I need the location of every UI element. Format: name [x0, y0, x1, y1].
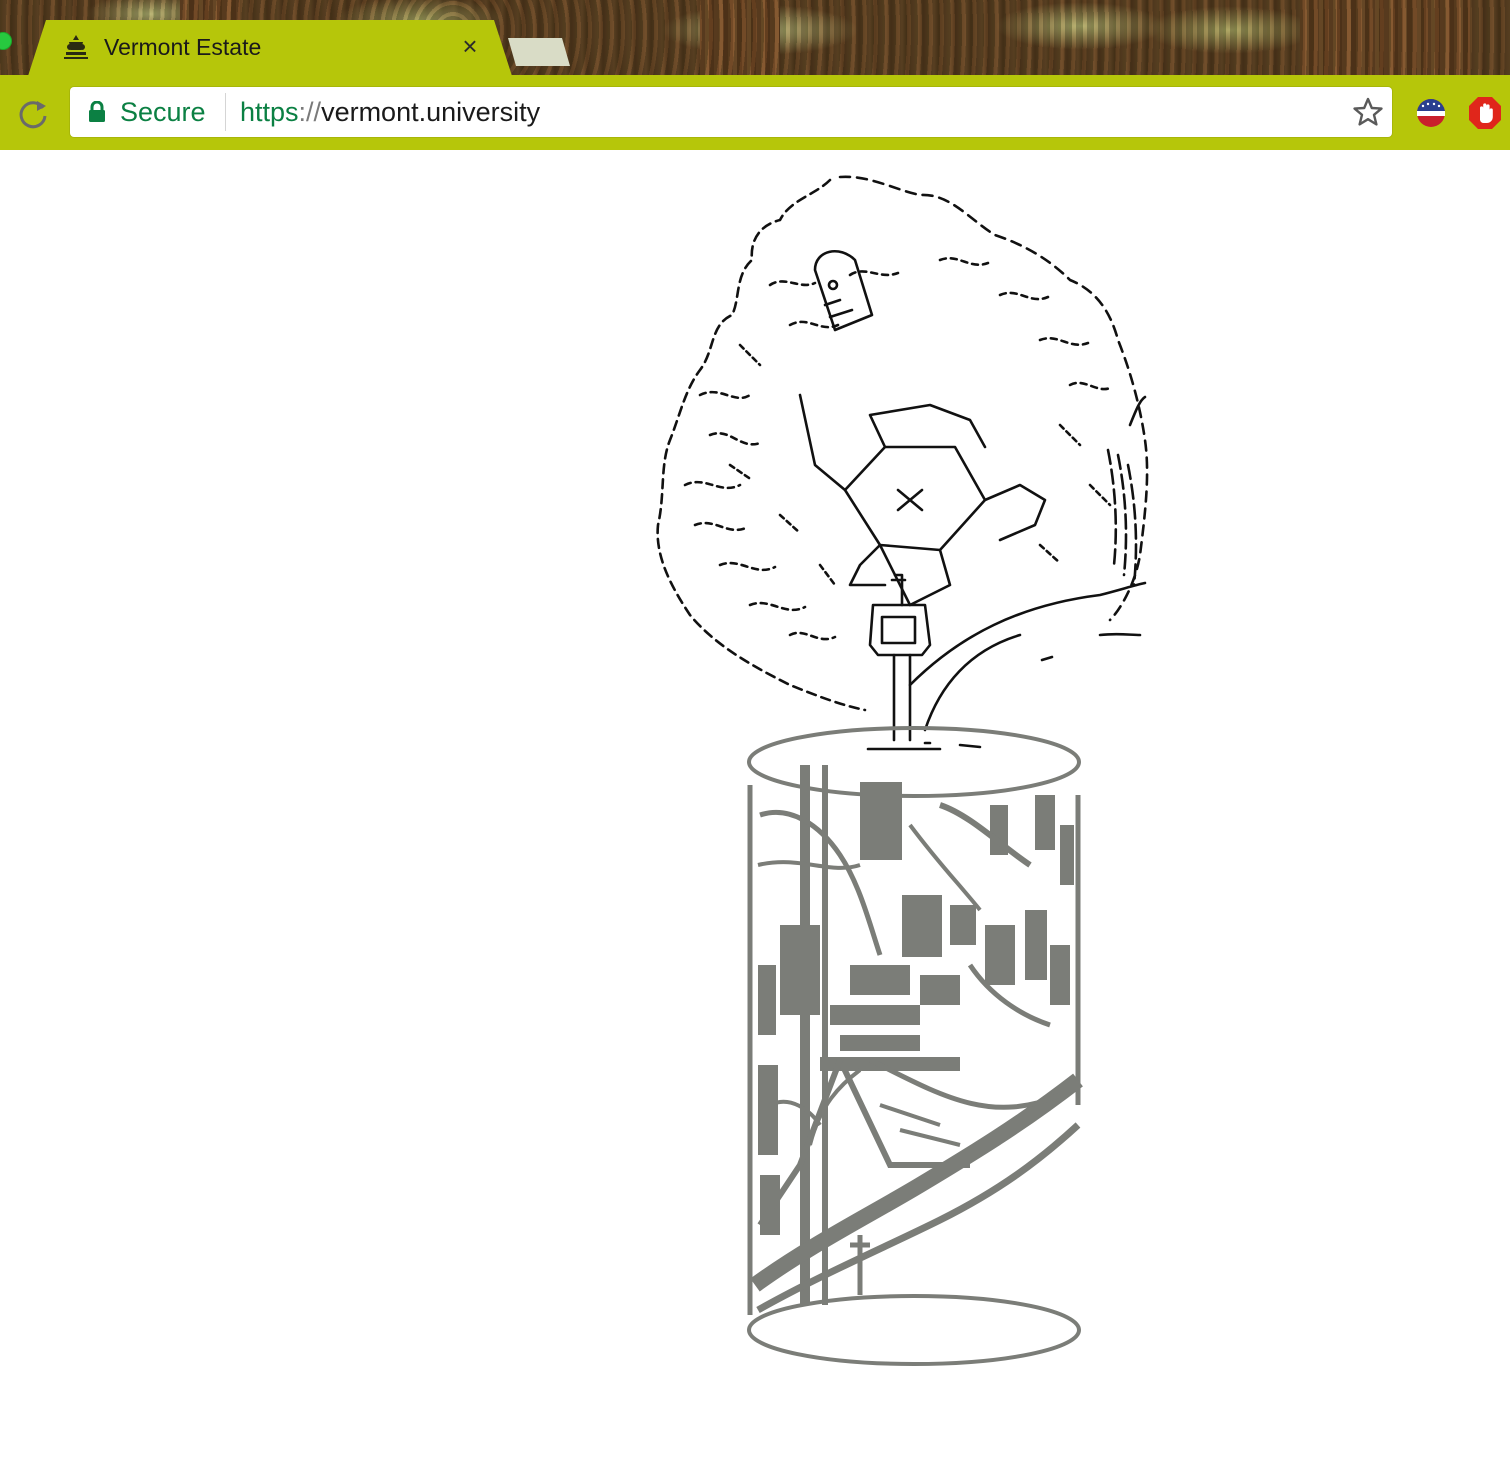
- vermont-seal-icon: [64, 35, 88, 59]
- new-tab-icon[interactable]: [508, 38, 570, 66]
- lock-icon: [89, 101, 105, 122]
- active-tab[interactable]: [28, 20, 512, 76]
- url-text[interactable]: https://vermont.university: [240, 97, 540, 128]
- reload-icon[interactable]: [16, 97, 50, 131]
- url-scheme: https: [240, 97, 299, 127]
- star-icon[interactable]: [1352, 96, 1384, 128]
- url-separator: ://: [298, 97, 322, 127]
- cylinder-map-pattern: [758, 765, 1074, 1305]
- cylinder-drawing: [747, 726, 1083, 1366]
- line-drawing-artwork: [656, 175, 1149, 1366]
- url-host: vermont.university: [321, 97, 541, 127]
- close-icon[interactable]: ×: [458, 33, 482, 59]
- election-badge-icon[interactable]: [1416, 98, 1446, 128]
- stop-hand-icon[interactable]: [1468, 96, 1502, 130]
- security-label[interactable]: Secure: [120, 97, 206, 128]
- estate-map-drawing: [656, 175, 1149, 751]
- address-divider: [225, 93, 226, 131]
- tab-title: Vermont Estate: [104, 34, 262, 60]
